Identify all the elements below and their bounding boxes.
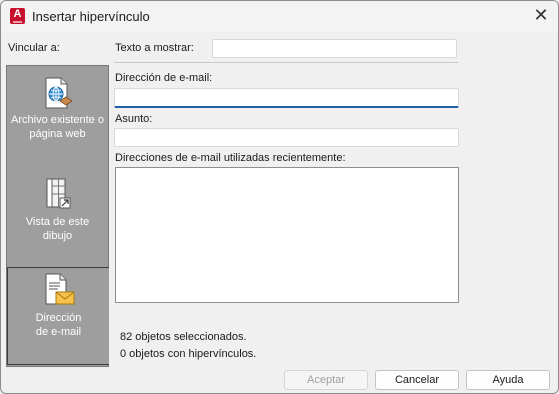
close-button[interactable]: ✕ [530,6,552,26]
insert-hyperlink-dialog: A Insertar hipervínculo ✕ Vincular a: Ar… [0,0,559,394]
help-button[interactable]: Ayuda [466,370,550,390]
link-to-drawing-view[interactable]: Vista de este dibujo [7,172,108,264]
subject-label: Asunto: [115,113,153,125]
email-address-label: Dirección de e-mail: [115,72,213,84]
display-text-label: Texto a mostrar: [115,42,194,54]
title-bar: A Insertar hipervínculo ✕ [1,1,558,32]
subject-input[interactable] [114,128,459,147]
link-to-email-label-1: Dirección [35,312,82,324]
link-to-drawing-view-label-2: dibujo [42,230,73,242]
dialog-title: Insertar hipervínculo [32,9,150,24]
link-to-sidebar: Archivo existente o página web Vista de … [6,65,109,367]
selected-objects-status: 82 objetos seleccionados. [120,331,247,343]
link-to-existing-file-label-1: Archivo existente o [11,114,104,126]
link-to-existing-file[interactable]: Archivo existente o página web [7,72,108,164]
link-to-existing-file-label-2: página web [29,128,86,140]
recent-emails-list[interactable] [115,167,459,303]
autocad-app-icon: A [10,8,25,24]
recent-emails-label: Direcciones de e-mail utilizadas recient… [115,152,346,164]
email-document-icon [45,273,74,305]
accept-button[interactable]: Aceptar [284,370,368,390]
form-separator [114,62,458,63]
link-to-drawing-view-label-1: Vista de este [25,216,90,228]
drawing-view-icon [46,178,70,209]
link-to-label: Vincular a: [8,42,60,54]
link-to-email-address[interactable]: Dirección de e-mail [7,267,109,365]
cancel-button[interactable]: Cancelar [375,370,459,390]
globe-document-icon [45,77,73,109]
link-to-email-label-2: de e-mail [35,326,82,338]
display-text-input[interactable] [212,39,457,58]
email-address-input[interactable] [114,88,459,108]
hyperlink-objects-status: 0 objetos con hipervínculos. [120,348,257,360]
